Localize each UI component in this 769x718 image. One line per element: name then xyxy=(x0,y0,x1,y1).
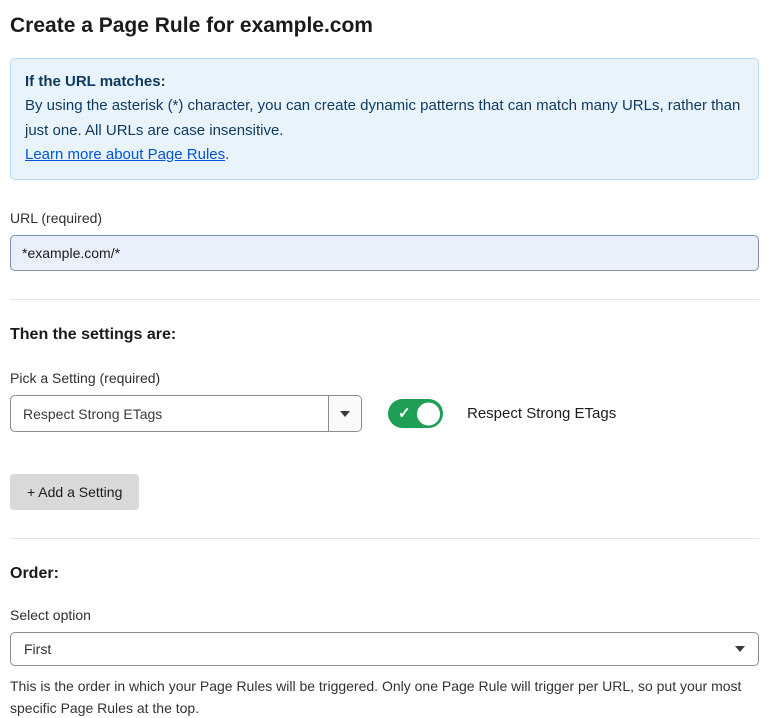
order-dropdown[interactable]: First xyxy=(10,632,759,666)
order-select-label: Select option xyxy=(10,607,759,623)
setting-dropdown-caret-box[interactable] xyxy=(328,396,361,431)
create-page-rule-form: Create a Page Rule for example.com If th… xyxy=(0,0,769,718)
toggle-label: Respect Strong ETags xyxy=(467,405,616,422)
setting-dropdown[interactable]: Respect Strong ETags xyxy=(10,395,362,432)
respect-etags-toggle[interactable]: ✓ xyxy=(388,399,443,428)
order-help-text: This is the order in which your Page Rul… xyxy=(10,676,758,718)
add-setting-button[interactable]: + Add a Setting xyxy=(10,474,139,510)
check-icon: ✓ xyxy=(398,406,411,421)
toggle-wrap: ✓ Respect Strong ETags xyxy=(388,399,616,428)
url-field-label: URL (required) xyxy=(10,210,759,226)
setting-row: Respect Strong ETags ✓ Respect Strong ET… xyxy=(10,395,759,432)
chevron-down-icon xyxy=(735,646,745,652)
order-section-heading: Order: xyxy=(10,565,759,583)
order-divider xyxy=(10,538,759,539)
learn-more-link[interactable]: Learn more about Page Rules xyxy=(25,146,225,163)
link-suffix: . xyxy=(225,146,229,163)
order-dropdown-value: First xyxy=(24,641,51,657)
info-box-body: By using the asterisk (*) character, you… xyxy=(25,94,744,143)
info-box-heading: If the URL matches: xyxy=(25,70,744,94)
setting-dropdown-value: Respect Strong ETags xyxy=(11,396,328,431)
pick-setting-label: Pick a Setting (required) xyxy=(10,370,759,386)
toggle-knob xyxy=(415,400,442,427)
settings-section-heading: Then the settings are: xyxy=(10,326,759,344)
url-input[interactable] xyxy=(10,235,759,271)
info-box-link-line: Learn more about Page Rules. xyxy=(25,143,744,167)
chevron-down-icon xyxy=(340,411,350,417)
section-divider xyxy=(10,299,759,300)
url-match-info-box: If the URL matches: By using the asteris… xyxy=(10,58,759,180)
page-title: Create a Page Rule for example.com xyxy=(10,14,759,38)
